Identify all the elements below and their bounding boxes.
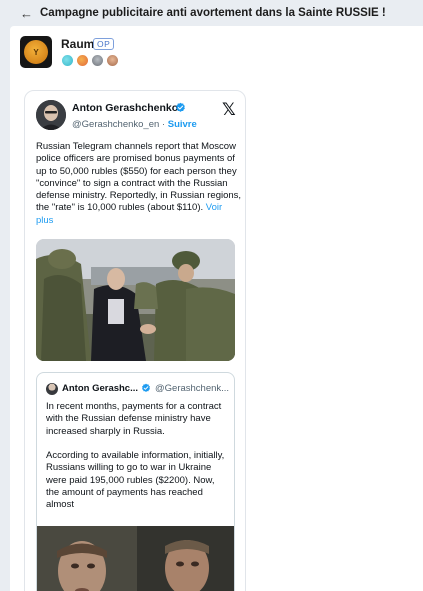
- globe-reaction-icon[interactable]: [61, 54, 74, 67]
- avatar-emblem-icon: Y: [24, 40, 48, 64]
- tweet-text: Russian Telegram channels report that Mo…: [36, 141, 242, 227]
- quote-author-name[interactable]: Anton Gerashc...: [62, 383, 138, 394]
- quote-paragraph-1: In recent months, payments for a contrac…: [46, 401, 222, 437]
- handle-separator: ·: [159, 119, 168, 130]
- embedded-tweet[interactable]: Anton Gerashchenko @Gerashchenko_en · Su…: [24, 90, 246, 591]
- face-reaction-icon[interactable]: [76, 54, 89, 67]
- tweet-author-avatar[interactable]: [36, 100, 66, 130]
- quote-verified-badge-icon: [142, 383, 150, 392]
- quote-text: In recent months, payments for a contrac…: [46, 401, 230, 524]
- follow-link[interactable]: Suivre: [168, 119, 197, 130]
- avatar-reaction-icon-1[interactable]: [91, 54, 104, 67]
- quote-photo[interactable]: [37, 526, 234, 591]
- thread-title: Campagne publicitaire anti avortement da…: [40, 7, 386, 19]
- post-card: Y Raum OP Anton Gerashchenko @Gerashchen…: [10, 26, 423, 591]
- avatar-reaction-icon-2[interactable]: [106, 54, 119, 67]
- tweet-author-handle: @Gerashchenko_en · Suivre: [72, 119, 197, 130]
- top-bar: ← Campagne publicitaire anti avortement …: [0, 0, 423, 26]
- back-arrow-icon[interactable]: ←: [20, 7, 33, 20]
- tweet-photo[interactable]: [36, 239, 235, 361]
- verified-badge-icon: [176, 102, 185, 112]
- post-username[interactable]: Raum: [61, 37, 94, 51]
- user-avatar[interactable]: Y: [20, 36, 52, 68]
- quote-author-avatar: [46, 383, 58, 395]
- tweet-author-name[interactable]: Anton Gerashchenko: [72, 102, 178, 114]
- quote-paragraph-2: According to available information, init…: [46, 450, 225, 511]
- quote-author-handle: @Gerashchenk...: [155, 383, 230, 394]
- reaction-list: [61, 54, 121, 67]
- op-badge: OP: [93, 38, 115, 50]
- handle-text[interactable]: @Gerashchenko_en: [72, 119, 159, 130]
- x-logo-icon[interactable]: 𝕏: [222, 100, 236, 120]
- quoted-tweet[interactable]: Anton Gerashc... @Gerashchenk... In rece…: [36, 372, 235, 591]
